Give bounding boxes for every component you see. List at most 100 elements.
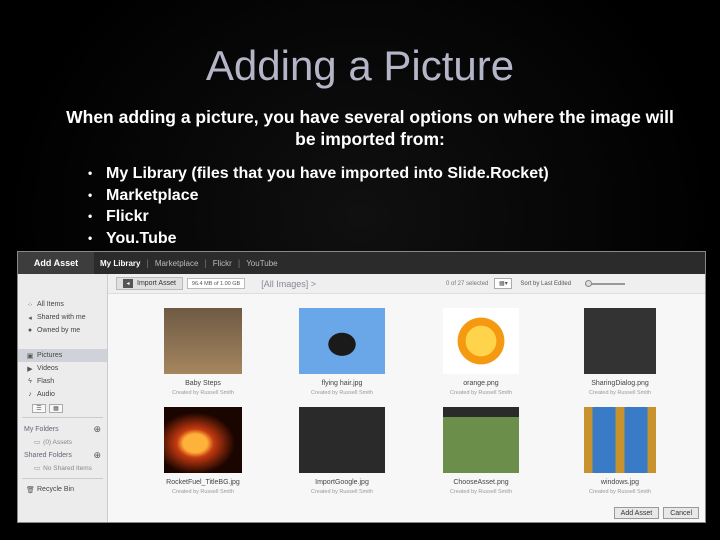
option-label: Flickr (106, 208, 149, 225)
folder-label: (0) Assets (43, 438, 73, 446)
asset-credit: Created by Russell Smith (588, 390, 652, 396)
option-item: • My Library (files that you have importe… (88, 163, 549, 185)
add-asset-button[interactable]: Add Asset (613, 507, 660, 519)
list-view-button[interactable]: ☰ (32, 404, 46, 413)
asset-credit: Created by Russell Smith (171, 390, 235, 396)
source-tabs: My Library | Marketplace | Flickr | YouT… (94, 258, 284, 268)
divider (22, 478, 103, 479)
sidebar-item-pictures[interactable]: ▣ Pictures (18, 349, 107, 362)
asset-preview-image (584, 308, 656, 374)
asset-credit: Created by Russell Smith (449, 489, 513, 495)
person-icon: ● (27, 327, 33, 334)
library-sidebar: ⁘ All Items ◂ Shared with me ● Owned by me … (18, 274, 108, 522)
asset-thumbnail[interactable]: ChooseAsset.png Created by Russell Smith (411, 407, 551, 502)
sidebar-item-label: Recycle Bin (37, 486, 74, 493)
selection-count: 0 of 27 selected (446, 280, 489, 287)
asset-credit: Created by Russell Smith (588, 489, 652, 495)
breadcrumb[interactable]: [All Images] > (261, 279, 316, 289)
option-item: • Flickr (88, 206, 549, 228)
asset-name: orange.png (463, 380, 499, 387)
asset-preview-image (164, 407, 242, 473)
asset-thumbnail[interactable]: orange.png Created by Russell Smith (411, 308, 551, 403)
add-folder-icon[interactable]: ⊕ (93, 424, 101, 435)
back-arrow-icon: ◂ (123, 279, 133, 288)
thumbnail-size-slider[interactable] (585, 279, 626, 287)
asset-preview-image (299, 407, 385, 473)
my-folders-empty[interactable]: ▭ (0) Assets (18, 436, 107, 448)
sidebar-item-recycle-bin[interactable]: 🗑 Recycle Bin (18, 483, 107, 496)
trash-icon: 🗑 (26, 486, 35, 494)
audio-icon: ♪ (28, 391, 32, 398)
tab-youtube[interactable]: YouTube (240, 259, 283, 268)
sidebar-item-videos[interactable]: ▶ Videos (18, 362, 107, 375)
asset-thumbnail[interactable]: flying hair.jpg Created by Russell Smith (272, 308, 412, 403)
asset-thumbnail[interactable]: SharingDialog.png Created by Russell Smit… (550, 308, 690, 403)
sidebar-item-audio[interactable]: ♪ Audio (18, 388, 107, 401)
sidebar-item-all-items[interactable]: ⁘ All Items (18, 298, 107, 311)
sidebar-item-owned[interactable]: ● Owned by me (18, 324, 107, 337)
option-label: You.Tube (106, 229, 177, 247)
shared-folders-label: Shared Folders (24, 451, 72, 459)
tab-marketplace[interactable]: Marketplace (149, 259, 205, 268)
asset-name: ImportGoogle.jpg (315, 479, 369, 486)
sidebar-item-shared[interactable]: ◂ Shared with me (18, 311, 107, 324)
dialog-title: Add Asset (18, 252, 94, 274)
asset-credit: Created by Russell Smith (171, 489, 235, 495)
sidebar-item-label: Audio (37, 391, 55, 398)
bullet-icon: • (88, 230, 93, 245)
option-label: My Library (files that you have imported… (106, 165, 549, 182)
slide-title: Adding a Picture (205, 42, 515, 89)
shared-folders-header: Shared Folders ⊕ (18, 448, 107, 462)
asset-thumbnail[interactable]: RocketFuel_TitleBG.jpg Created by Russell… (133, 407, 273, 502)
asset-credit: Created by Russell Smith (310, 390, 374, 396)
option-item: • You.Tube (88, 228, 549, 250)
folder-icon: ▭ (34, 439, 41, 446)
browser-toolbar: ◂ Import Asset 96.4 MB of 1.00 GB [All I… (108, 274, 705, 294)
cancel-button[interactable]: Cancel (663, 507, 699, 519)
asset-name: SharingDialog.png (591, 380, 649, 387)
bullet-icon: • (88, 166, 93, 180)
picture-icon: ▣ (26, 352, 34, 360)
add-shared-folder-icon[interactable]: ⊕ (93, 450, 101, 461)
asset-preview-image (443, 308, 519, 374)
asset-preview-image (299, 308, 385, 374)
divider (22, 417, 103, 418)
option-label: Marketplace (106, 186, 199, 204)
sidebar-item-label: Owned by me (37, 327, 81, 334)
option-list: • My Library (files that you have importe… (88, 163, 549, 249)
shared-folders-empty[interactable]: ▭ No Shared Items (18, 462, 107, 474)
option-item: • Marketplace (88, 185, 549, 207)
sidebar-item-label: All Items (37, 301, 64, 308)
import-asset-button[interactable]: ◂ Import Asset (116, 277, 183, 290)
asset-name: Baby Steps (185, 380, 221, 387)
add-asset-dialog: Add Asset My Library | Marketplace | Fli… (17, 251, 706, 523)
tab-my-library[interactable]: My Library (94, 259, 146, 268)
asset-thumbnail[interactable]: windows.jpg Created by Russell Smith (550, 407, 690, 502)
asset-thumbnail[interactable]: Baby Steps Created by Russell Smith (133, 308, 273, 403)
flash-icon: ϟ (28, 378, 32, 385)
sidebar-item-label: Flash (37, 378, 55, 385)
folder-icon: ▭ (34, 465, 41, 472)
asset-name: ChooseAsset.png (453, 479, 509, 486)
view-toggle[interactable]: ▦▾ (494, 278, 513, 289)
dialog-header: Add Asset My Library | Marketplace | Fli… (18, 252, 705, 274)
asset-thumbnail[interactable]: ImportGoogle.jpg Created by Russell Smith (272, 407, 412, 502)
asset-browser: ◂ Import Asset 96.4 MB of 1.00 GB [All I… (108, 274, 705, 522)
my-folders-header: My Folders ⊕ (18, 422, 107, 436)
asset-name: RocketFuel_TitleBG.jpg (166, 479, 240, 486)
tab-flickr[interactable]: Flickr (207, 259, 238, 268)
storage-quota: 96.4 MB of 1.00 GB (186, 278, 246, 289)
slider-knob[interactable] (585, 279, 593, 287)
sidebar-item-label: Pictures (37, 352, 63, 359)
grid-view-button[interactable]: ▦ (49, 404, 63, 413)
bullet-icon: • (88, 187, 93, 202)
asset-name: flying hair.jpg (321, 380, 363, 387)
sort-dropdown[interactable]: Sort by Last Edited (520, 281, 571, 287)
import-label: Import Asset (137, 280, 176, 287)
video-icon: ▶ (27, 365, 33, 373)
asset-preview-image (164, 308, 242, 374)
dialog-actions: Add Asset Cancel (613, 507, 699, 519)
sidebar-item-flash[interactable]: ϟ Flash (18, 375, 107, 388)
asset-credit: Created by Russell Smith (449, 390, 513, 396)
bullet-icon: • (88, 209, 93, 223)
